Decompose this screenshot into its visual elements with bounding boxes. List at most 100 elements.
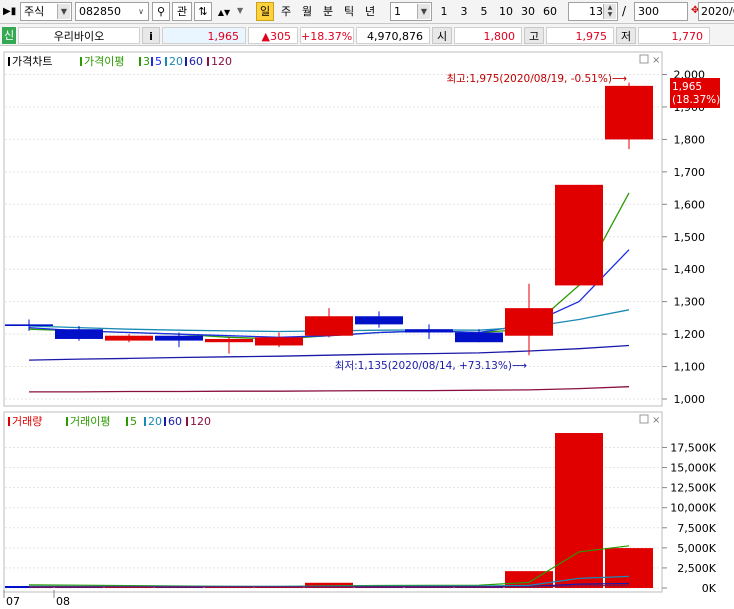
up-down-icon: ▲▼ (217, 8, 231, 17)
price-tick-label: 1,800 (674, 133, 706, 146)
volume-chart[interactable]: 거래량 거래이평 5 20 60 120 × 0K 2,500K 5,000K 7,500K 10… (0, 410, 734, 609)
legend-item: 가격이평 (84, 55, 124, 68)
legend-marker (139, 57, 141, 66)
legend-item: 20 (169, 55, 183, 68)
interest-button[interactable]: 관 (172, 2, 192, 21)
preset-button[interactable]: 5 (476, 2, 492, 21)
candle-body (205, 338, 253, 343)
legend-marker (185, 57, 187, 66)
price-tick-label: 1,500 (674, 231, 706, 244)
market-select[interactable]: 주식 ▼ (20, 2, 72, 21)
period-button[interactable]: 월 (298, 2, 316, 21)
trade-volume: 4,970,876 (356, 27, 430, 44)
chevron-down-icon: ▼ (57, 4, 70, 19)
legend-item: 거래이평 (70, 415, 110, 428)
high-annotation: 최고:1,975(2020/08/19, -0.51%)⟶ (446, 73, 627, 85)
view-count-input[interactable]: 13 ▲ ▼ (568, 2, 618, 21)
open-label: 시 (432, 27, 452, 44)
date-label: 07 (6, 595, 20, 608)
volume-tick-label: 12,500K (670, 482, 716, 495)
legend-marker (8, 417, 10, 426)
legend-marker (186, 417, 188, 426)
open-price: 1,800 (454, 27, 522, 44)
legend-item: 20 (148, 415, 162, 428)
volume-tick-label: 7,500K (677, 522, 716, 535)
high-label: 고 (524, 27, 544, 44)
legend-marker (164, 417, 166, 426)
period-button[interactable]: 일 (256, 2, 274, 21)
low-label: 저 (616, 27, 636, 44)
current-price: 1,965 (162, 27, 246, 44)
period-button[interactable]: 주 (277, 2, 295, 21)
low-price: 1,770 (638, 27, 710, 44)
legend-marker (207, 57, 209, 66)
legend-marker (165, 57, 167, 66)
code-value: 082850 (79, 5, 121, 18)
chevron-down-icon: ▼ (417, 4, 430, 19)
candle-body (105, 335, 153, 341)
legend-item: 120 (190, 415, 211, 428)
close-icon[interactable]: × (652, 55, 660, 66)
preset-button[interactable]: 3 (456, 2, 472, 21)
interval-select[interactable]: 1 ▼ (390, 2, 432, 21)
legend-item: 3 (143, 55, 150, 68)
candle-body (355, 316, 403, 325)
date-label: 08 (56, 595, 70, 608)
arrow-menu-icon[interactable]: ▶▮ (3, 6, 16, 17)
date-axis: 07 08 (3, 590, 70, 608)
price-tick-label: 1,400 (674, 263, 706, 276)
price-change: ▲305 (248, 27, 298, 44)
period-button[interactable]: 틱 (340, 2, 358, 21)
candle-body (155, 335, 203, 341)
preset-button[interactable]: 60 (540, 2, 560, 21)
candle-body (405, 329, 453, 333)
sync-button[interactable]: ⇅ (194, 2, 212, 21)
price-axis: 1,000 1,100 1,200 1,300 1,400 1,500 1,600 1,700… (662, 69, 706, 406)
count-separator: / (622, 4, 627, 18)
close-icon[interactable]: × (652, 415, 660, 426)
sync-icon: ⇅ (198, 5, 208, 18)
price-tick-label: 1,700 (674, 166, 706, 179)
preset-button[interactable]: 30 (518, 2, 538, 21)
volume-bar (555, 433, 603, 588)
price-chart[interactable]: 가격차트 가격이평 3 5 20 60 120 × 1,000 1,100 1,200 1,300… (0, 50, 734, 408)
date-input[interactable]: 2020/0 (698, 2, 734, 21)
volume-legend: 거래량 거래이평 5 20 60 120 (8, 415, 211, 428)
total-count-input[interactable]: 300 (634, 2, 688, 21)
candle-body (555, 184, 603, 286)
period-button[interactable]: 분 (319, 2, 337, 21)
preset-button[interactable]: 1 (436, 2, 452, 21)
dropdown-arrow-icon[interactable]: ▼ (237, 6, 243, 15)
code-input[interactable]: 082850 ∨ (75, 2, 149, 21)
price-tick-label: 1,000 (674, 393, 706, 406)
candle-body (305, 316, 353, 336)
legend-item: 60 (189, 55, 203, 68)
minimize-icon[interactable] (639, 54, 649, 64)
price-tick-label: 1,100 (674, 361, 706, 374)
legend-item: 5 (155, 55, 162, 68)
low-annotation: 최저:1,135(2020/08/14, +73.13%)⟶ (335, 360, 527, 372)
legend-marker (8, 57, 10, 66)
minimize-icon[interactable] (639, 414, 649, 424)
search-button[interactable]: ⚲ (152, 2, 170, 21)
candle-body (455, 332, 503, 343)
volume-tick-label: 2,500K (677, 562, 716, 575)
candle-body (5, 324, 53, 326)
price-tick-label: 1,200 (674, 328, 706, 341)
stepper-button[interactable]: ▲▼ (214, 2, 234, 21)
toolbar: ▶▮ 주식 ▼ 082850 ∨ ⚲ 관 ⇅ ▲▼ ▼ 일주월분틱년 1 ▼ 1351… (0, 0, 734, 24)
legend-item: 가격차트 (12, 55, 52, 68)
volume-tick-label: 0K (702, 582, 717, 595)
legend-marker (151, 57, 153, 66)
legend-marker (80, 57, 82, 66)
last-price-label: 1,965 (672, 81, 702, 93)
period-button[interactable]: 년 (361, 2, 379, 21)
stock-name: 우리바이오 (18, 27, 140, 44)
last-pct-label: (18.37%) (672, 94, 720, 106)
info-button[interactable]: i (142, 27, 160, 44)
legend-marker (66, 417, 68, 426)
preset-button[interactable]: 10 (496, 2, 516, 21)
new-badge: 신 (2, 27, 16, 44)
candle-body (55, 329, 103, 339)
legend-item: 거래량 (12, 415, 42, 428)
